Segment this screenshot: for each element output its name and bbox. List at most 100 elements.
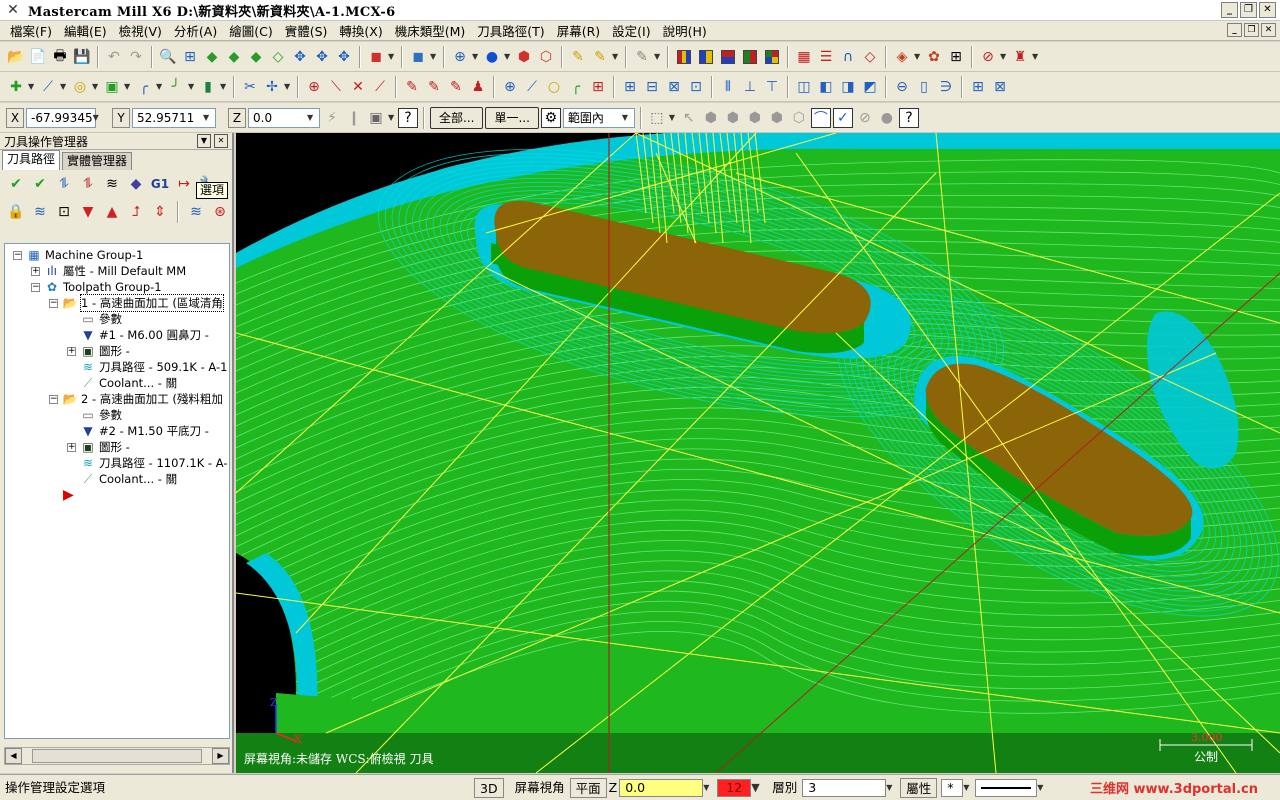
- line-style-dropdown-icon[interactable]: ▼: [1037, 783, 1045, 792]
- expand-icon[interactable]: +: [67, 346, 76, 356]
- expand-icon[interactable]: +: [31, 266, 40, 276]
- globe-dropdown-icon[interactable]: ▼: [472, 52, 480, 61]
- move-down-icon[interactable]: ▼: [78, 202, 98, 222]
- collapse-icon[interactable]: −: [13, 250, 22, 260]
- mirror-2-icon[interactable]: ⊥: [740, 77, 760, 97]
- tree-horizontal-scrollbar[interactable]: ◀ ▶: [4, 747, 230, 765]
- help-icon[interactable]: ?: [398, 107, 418, 128]
- chamfer-dropdown-icon[interactable]: ▼: [188, 82, 196, 91]
- menu-help[interactable]: 說明(H): [657, 21, 713, 40]
- snap-2-icon[interactable]: ⟋: [522, 77, 542, 97]
- window-select-icon[interactable]: ⬚: [647, 108, 667, 128]
- color-dropdown-icon[interactable]: ▼: [751, 781, 763, 794]
- y-coord-input[interactable]: 52.95711 ▼: [132, 107, 216, 128]
- mirror-1-icon[interactable]: ⫴: [718, 77, 738, 97]
- scroll-thumb[interactable]: [32, 749, 202, 763]
- analyze-2-icon[interactable]: ✎: [424, 77, 444, 97]
- xform-2-icon[interactable]: ⊟: [642, 77, 662, 97]
- sphere-dropdown-icon[interactable]: ▼: [504, 52, 512, 61]
- pencil-icon[interactable]: ✎: [568, 47, 588, 67]
- tree-item[interactable]: − 📂 2 - 高速曲面加工 (殘料粗加: [49, 391, 223, 407]
- color-swatch[interactable]: 12: [717, 778, 752, 797]
- layout-3-icon[interactable]: [718, 47, 738, 67]
- insert-arrow-icon[interactable]: ▶: [63, 487, 74, 503]
- minimize-button[interactable]: _: [1221, 2, 1238, 18]
- tree-item[interactable]: − ▦ Machine Group-1: [13, 247, 143, 263]
- menu-screen[interactable]: 屏幕(R): [551, 21, 606, 40]
- z-depth-input[interactable]: 0.0: [619, 778, 704, 797]
- curve-icon[interactable]: ∩: [838, 47, 858, 67]
- pan-view-icon[interactable]: ✥: [334, 47, 354, 67]
- tab-toolpaths[interactable]: 刀具路徑: [2, 150, 61, 170]
- fillet-icon[interactable]: ╭: [134, 77, 154, 97]
- solid-select-5-icon[interactable]: ⬡: [789, 108, 809, 128]
- dimension-1-icon[interactable]: ⊞: [968, 77, 988, 97]
- zoom-window-icon[interactable]: 🔍: [158, 47, 178, 67]
- wire-shade-icon[interactable]: ⬡: [536, 47, 556, 67]
- tree-item[interactable]: ≋ 刀具路徑 - 1107.1K - A-: [67, 455, 228, 471]
- solid-select-1-icon[interactable]: ⬢: [701, 108, 721, 128]
- tree-item[interactable]: + ▣ 圖形 -: [67, 343, 130, 359]
- doc-close-button[interactable]: ✕: [1261, 23, 1276, 37]
- save-icon[interactable]: 💾: [72, 47, 92, 67]
- view-side-cube-icon[interactable]: ◆: [246, 47, 266, 67]
- point-entry-icon[interactable]: ▣: [366, 108, 386, 128]
- wireframe-dropdown-icon[interactable]: ▼: [430, 52, 438, 61]
- no-entry-dropdown-icon[interactable]: ▼: [1000, 52, 1008, 61]
- solid-select-4-icon[interactable]: ⬢: [767, 108, 787, 128]
- no-entry-icon[interactable]: ⊘: [978, 47, 998, 67]
- snap-3-icon[interactable]: ○: [544, 77, 564, 97]
- move-up-icon[interactable]: ▲: [102, 202, 122, 222]
- select-all-button[interactable]: 全部...: [430, 106, 484, 129]
- layout-4-icon[interactable]: [740, 47, 760, 67]
- layout-1-icon[interactable]: [674, 47, 694, 67]
- dimension-2-icon[interactable]: ⊠: [990, 77, 1010, 97]
- rotate-3-icon[interactable]: ∋: [936, 77, 956, 97]
- create-circle-icon[interactable]: ◎: [70, 77, 90, 97]
- attributes-button[interactable]: 屬性: [900, 777, 938, 798]
- tree-item[interactable]: ▭ 參數: [67, 311, 122, 327]
- tree-item[interactable]: ⟋ Coolant... - 關: [67, 375, 177, 391]
- x-dropdown-icon[interactable]: ▼: [93, 109, 99, 127]
- analyze-4-icon[interactable]: ♟: [468, 77, 488, 97]
- verify-icon[interactable]: ◆: [126, 174, 146, 194]
- cylinder-dropdown-icon[interactable]: ▼: [220, 82, 228, 91]
- menu-edit[interactable]: 編輯(E): [58, 21, 113, 40]
- point-style-dropdown-icon[interactable]: ▼: [963, 783, 971, 792]
- mode-3d-button[interactable]: 3D: [474, 777, 504, 798]
- level-dropdown-icon[interactable]: ▼: [886, 783, 894, 792]
- expand-icon[interactable]: +: [67, 442, 76, 452]
- shading-cube-icon[interactable]: ◼: [366, 47, 386, 67]
- tree-item[interactable]: + ılı 屬性 - Mill Default MM: [31, 263, 186, 279]
- circle-dropdown-icon[interactable]: ▼: [92, 82, 100, 91]
- menu-view[interactable]: 檢視(V): [113, 21, 168, 40]
- tree-item[interactable]: − ✿ Toolpath Group-1: [31, 279, 162, 295]
- create-point-icon[interactable]: ✚: [6, 77, 26, 97]
- menu-create[interactable]: 繪圖(C): [223, 21, 278, 40]
- plane-button[interactable]: 平面: [569, 777, 607, 798]
- tab-solids[interactable]: 實體管理器: [62, 152, 133, 170]
- panel-menu-button[interactable]: ▼: [197, 134, 211, 148]
- analyze-1-icon[interactable]: ✎: [402, 77, 422, 97]
- toggle-post-icon[interactable]: ⊡: [54, 202, 74, 222]
- open-file-icon[interactable]: 📂: [6, 47, 26, 67]
- chamfer-icon[interactable]: ╯: [166, 77, 186, 97]
- mesh-icon[interactable]: ⊞: [946, 47, 966, 67]
- view-front-cube-icon[interactable]: ◆: [202, 47, 222, 67]
- point-dropdown-icon[interactable]: ▼: [28, 82, 36, 91]
- tree-item[interactable]: ⟋ Coolant... - 關: [67, 471, 177, 487]
- point-type-icon[interactable]: ❙: [344, 108, 364, 128]
- selection-help-icon[interactable]: ?: [898, 107, 919, 128]
- toolpath-select-icon[interactable]: ✓: [832, 107, 853, 128]
- create-line-icon[interactable]: ⟋: [38, 77, 58, 97]
- undo-icon[interactable]: ↶: [104, 47, 124, 67]
- menu-solids[interactable]: 實體(S): [279, 21, 334, 40]
- lock-icon[interactable]: 🔒: [6, 202, 26, 222]
- offset-1-icon[interactable]: ◫: [794, 77, 814, 97]
- x-coord-input[interactable]: -67.99345 ▼: [26, 107, 99, 128]
- snap-5-icon[interactable]: ⊞: [588, 77, 608, 97]
- line-style-select[interactable]: [975, 778, 1038, 797]
- verify-selection-icon[interactable]: ⌒: [810, 107, 831, 128]
- select-single-button[interactable]: 單一...: [485, 106, 539, 129]
- wireframe-cube-icon[interactable]: ◼: [408, 47, 428, 67]
